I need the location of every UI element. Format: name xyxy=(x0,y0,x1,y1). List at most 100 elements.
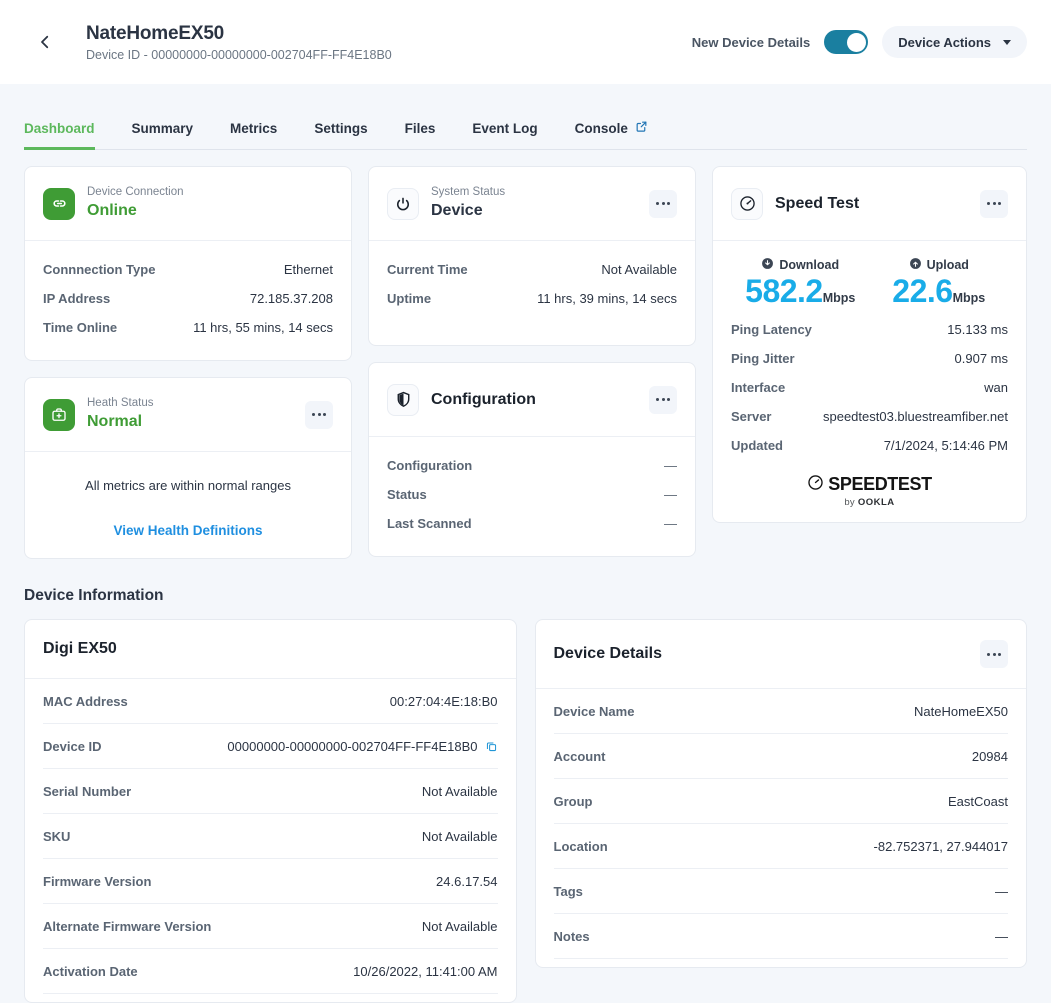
table-row: Status — xyxy=(387,480,677,509)
row-value: 72.185.37.208 xyxy=(249,291,333,306)
row-key: IP Address xyxy=(43,291,111,306)
table-row: Activation Date 10/26/2022, 11:41:00 AM xyxy=(43,949,498,994)
row-key: Current Time xyxy=(387,262,468,277)
system-status-value: Device xyxy=(431,201,483,219)
table-row: Configuration — xyxy=(387,451,677,480)
status-column-right: Speed Test Download 582.2Mbps Upload 22.… xyxy=(712,166,1027,523)
row-value: Not Available xyxy=(601,262,677,277)
device-details-kebab-menu-icon[interactable] xyxy=(980,640,1008,668)
device-details-panel-body: Device Name NateHomeEX50 Account 20984 G… xyxy=(536,689,1027,967)
row-key: Ping Jitter xyxy=(731,350,795,366)
health-status-card: Heath Status Normal All metrics are with… xyxy=(24,377,352,559)
tab-settings[interactable]: Settings xyxy=(314,121,367,150)
row-value: — xyxy=(995,884,1008,899)
table-row: Current Time Not Available xyxy=(387,255,677,284)
download-label-row: Download xyxy=(731,257,870,273)
table-row: Ping Jitter 0.907 ms xyxy=(731,344,1008,373)
table-row: IP Address 72.185.37.208 xyxy=(43,284,333,313)
device-actions-button[interactable]: Device Actions xyxy=(882,26,1027,58)
speed-metrics: Download 582.2Mbps Upload 22.6Mbps xyxy=(731,257,1008,309)
link-icon xyxy=(43,187,75,220)
speed-test-title-wrap: Speed Test xyxy=(775,195,968,213)
power-cycle-icon xyxy=(387,187,419,220)
status-cards-row: Device Connection Online Connnection Typ… xyxy=(24,166,1027,559)
row-key: Device Name xyxy=(553,704,635,719)
speed-test-header: Speed Test xyxy=(713,167,1026,241)
row-key: Ping Latency xyxy=(731,321,812,337)
tab-event-log[interactable]: Event Log xyxy=(472,121,537,150)
row-key: Uptime xyxy=(387,291,432,306)
health-status-body: All metrics are within normal ranges Vie… xyxy=(25,452,351,558)
row-value: 00000000-00000000-002704FF-FF4E18B0 xyxy=(227,739,478,754)
tab-dashboard[interactable]: Dashboard xyxy=(24,121,95,150)
upload-value-row: 22.6Mbps xyxy=(870,273,1009,309)
tab-console[interactable]: Console xyxy=(575,120,648,150)
download-metric: Download 582.2Mbps xyxy=(731,257,870,309)
table-row: Server speedtest03.bluestreamfiber.net xyxy=(731,402,1008,431)
page-header: NateHomeEX50 Device ID - 00000000-000000… xyxy=(0,0,1051,84)
tab-summary[interactable]: Summary xyxy=(132,121,194,150)
ookla-brand-text: OOKLA xyxy=(857,496,895,508)
digi-ex50-panel-header: Digi EX50 xyxy=(25,620,516,679)
system-status-kebab-menu-icon[interactable] xyxy=(649,189,677,218)
download-circle-icon xyxy=(761,257,774,273)
ookla-by-text: by xyxy=(844,496,855,508)
back-button[interactable] xyxy=(28,25,62,59)
upload-unit: Mbps xyxy=(952,291,986,305)
row-value: Ethernet xyxy=(283,262,333,277)
tab-label: Summary xyxy=(131,121,194,136)
tab-files[interactable]: Files xyxy=(405,121,436,150)
row-value: speedtest03.bluestreamfiber.net xyxy=(822,408,1008,424)
device-details-panel-header: Device Details xyxy=(535,620,1026,689)
configuration-header: Configuration xyxy=(369,363,695,437)
table-row: Group EastCoast xyxy=(553,779,1008,824)
row-spacer xyxy=(387,313,677,327)
new-device-details-toggle[interactable] xyxy=(824,30,869,54)
row-value: 10/26/2022, 11:41:00 AM xyxy=(353,964,498,979)
row-value: — xyxy=(664,487,677,502)
upload-label-row: Upload xyxy=(870,257,1009,273)
system-status-card: System Status Device Current Time Not Av… xyxy=(368,166,696,346)
status-column-left: Device Connection Online Connnection Typ… xyxy=(24,166,352,559)
row-key: Time Online xyxy=(43,320,118,335)
first-aid-kit-icon xyxy=(43,398,75,431)
row-key: MAC Address xyxy=(43,694,128,709)
row-value: NateHomeEX50 xyxy=(914,704,1008,719)
row-key: Updated xyxy=(731,437,783,453)
table-row: Location -82.752371, 27.944017 xyxy=(553,824,1008,869)
table-row: Time Online 11 hrs, 55 mins, 14 secs xyxy=(43,313,333,342)
tab-bar: Dashboard Summary Metrics Settings Files… xyxy=(0,84,1051,150)
speedtest-wordmark: SPEEDTEST xyxy=(807,474,932,496)
table-row: Account 20984 xyxy=(553,734,1008,779)
copy-icon[interactable] xyxy=(485,740,498,753)
external-link-icon xyxy=(635,120,648,136)
health-status-label: Heath Status xyxy=(87,396,154,409)
table-row: Last Scanned — xyxy=(387,509,677,538)
row-key: Tags xyxy=(553,884,583,899)
speed-test-details: Ping Latency 15.133 ms Ping Jitter 0.907… xyxy=(731,315,1008,460)
tab-label: Files xyxy=(404,121,436,136)
digi-ex50-panel-body: MAC Address 00:27:04:4E:18:B0 Device ID … xyxy=(25,679,516,1002)
row-key: Activation Date xyxy=(43,964,138,979)
health-status-value: Normal xyxy=(87,412,143,430)
device-actions-label: Device Actions xyxy=(898,34,991,50)
row-value: -82.752371, 27.944017 xyxy=(873,839,1008,854)
device-information-title: Device Information xyxy=(24,587,164,604)
row-key: Device ID xyxy=(43,739,102,754)
upload-value: 22.6 xyxy=(892,273,953,309)
row-key: Group xyxy=(553,794,593,809)
speed-test-kebab-menu-icon[interactable] xyxy=(980,189,1008,218)
device-connection-status: Online xyxy=(87,201,137,219)
device-connection-body: Connnection Type Ethernet IP Address 72.… xyxy=(25,241,351,360)
device-connection-card: Device Connection Online Connnection Typ… xyxy=(24,166,352,361)
shield-icon xyxy=(387,383,419,416)
row-value: — xyxy=(664,458,677,473)
tab-metrics[interactable]: Metrics xyxy=(230,121,277,150)
view-health-definitions-link[interactable]: View Health Definitions xyxy=(43,523,333,538)
tab-label: Dashboard xyxy=(24,121,95,136)
download-unit: Mbps xyxy=(822,291,856,305)
health-status-kebab-menu-icon[interactable] xyxy=(305,400,333,429)
row-value: wan xyxy=(984,379,1008,395)
configuration-kebab-menu-icon[interactable] xyxy=(649,385,677,414)
row-value: 20984 xyxy=(971,749,1008,764)
